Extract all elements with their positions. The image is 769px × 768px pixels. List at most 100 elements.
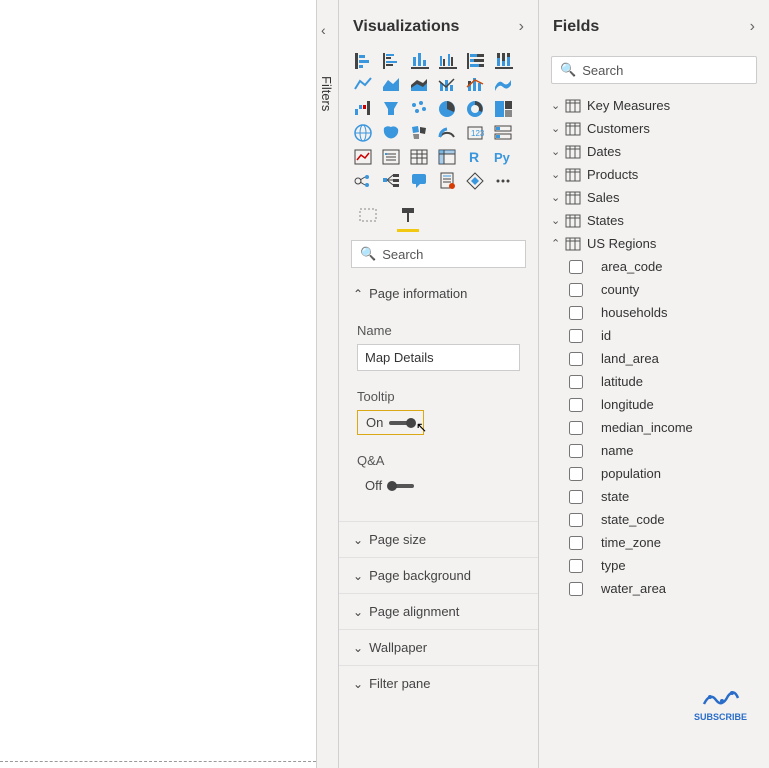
viz-100-stacked-column-icon[interactable] (491, 50, 517, 72)
viz-stacked-area-icon[interactable] (407, 74, 433, 96)
viz-search-box[interactable]: 🔍 Search (351, 240, 526, 268)
fields-header[interactable]: Fields › (539, 0, 769, 48)
viz-qa-icon[interactable] (407, 170, 433, 192)
section-filter-pane[interactable]: ⌄ Filter pane (339, 666, 538, 701)
table-name: States (587, 213, 624, 228)
viz-line-clustered-column-icon[interactable] (435, 74, 461, 96)
report-canvas[interactable] (0, 0, 316, 762)
caret-down-icon: ⌄ (353, 641, 363, 655)
viz-stacked-bar-icon[interactable] (351, 50, 377, 72)
viz-decomposition-tree-icon[interactable] (379, 170, 405, 192)
caret-down-icon: ⌄ (551, 122, 565, 135)
field-row[interactable]: county (549, 278, 759, 301)
field-checkbox[interactable] (569, 260, 583, 274)
field-row[interactable]: time_zone (549, 531, 759, 554)
table-row[interactable]: ⌄Products (549, 163, 759, 186)
caret-down-icon: ⌄ (353, 569, 363, 583)
viz-map-icon[interactable] (351, 122, 377, 144)
field-row[interactable]: median_income (549, 416, 759, 439)
viz-funnel-icon[interactable] (379, 98, 405, 120)
field-checkbox[interactable] (569, 283, 583, 297)
viz-multi-row-card-icon[interactable] (491, 122, 517, 144)
field-row[interactable]: population (549, 462, 759, 485)
field-checkbox[interactable] (569, 513, 583, 527)
field-checkbox[interactable] (569, 536, 583, 550)
filters-panel-collapsed[interactable]: ‹ Filters (316, 0, 338, 768)
fields-search-box[interactable]: 🔍 Search (551, 56, 757, 84)
viz-slicer-icon[interactable] (379, 146, 405, 168)
section-page-background[interactable]: ⌄ Page background (339, 558, 538, 593)
field-checkbox[interactable] (569, 375, 583, 389)
fields-tab[interactable] (357, 206, 379, 232)
section-page-alignment[interactable]: ⌄ Page alignment (339, 594, 538, 629)
table-row[interactable]: ⌄Key Measures (549, 94, 759, 117)
viz-treemap-icon[interactable] (491, 98, 517, 120)
section-wallpaper[interactable]: ⌄ Wallpaper (339, 630, 538, 665)
field-row[interactable]: longitude (549, 393, 759, 416)
field-checkbox[interactable] (569, 490, 583, 504)
viz-card-icon[interactable]: 123 (463, 122, 489, 144)
field-row[interactable]: area_code (549, 255, 759, 278)
svg-text:Py: Py (494, 150, 511, 165)
field-checkbox[interactable] (569, 398, 583, 412)
table-row[interactable]: ⌄Dates (549, 140, 759, 163)
table-row[interactable]: ⌄Customers (549, 117, 759, 140)
viz-shape-map-icon[interactable] (407, 122, 433, 144)
viz-line-stacked-column-icon[interactable] (463, 74, 489, 96)
viz-r-icon[interactable]: R (463, 146, 489, 168)
format-tab[interactable] (397, 206, 419, 232)
field-checkbox[interactable] (569, 306, 583, 320)
viz-gauge-icon[interactable] (435, 122, 461, 144)
tooltip-toggle[interactable]: On ↖ (357, 410, 424, 435)
viz-matrix-icon[interactable] (435, 146, 461, 168)
section-page-information[interactable]: ⌃ Page information (339, 276, 538, 311)
field-row[interactable]: state_code (549, 508, 759, 531)
table-row[interactable]: ⌄Sales (549, 186, 759, 209)
viz-stacked-column-icon[interactable] (407, 50, 433, 72)
viz-filled-map-icon[interactable] (379, 122, 405, 144)
table-row[interactable]: ⌄States (549, 209, 759, 232)
viz-donut-icon[interactable] (463, 98, 489, 120)
field-checkbox[interactable] (569, 352, 583, 366)
table-name: Key Measures (587, 98, 670, 113)
viz-more-icon[interactable] (491, 170, 517, 192)
viz-clustered-bar-icon[interactable] (379, 50, 405, 72)
field-checkbox[interactable] (569, 421, 583, 435)
viz-100-stacked-bar-icon[interactable] (463, 50, 489, 72)
field-row[interactable]: id (549, 324, 759, 347)
svg-text:123: 123 (471, 129, 485, 138)
viz-waterfall-icon[interactable] (351, 98, 377, 120)
viz-pie-icon[interactable] (435, 98, 461, 120)
viz-area-icon[interactable] (379, 74, 405, 96)
field-checkbox[interactable] (569, 582, 583, 596)
field-checkbox[interactable] (569, 444, 583, 458)
viz-paginated-icon[interactable] (435, 170, 461, 192)
table-row[interactable]: ⌃US Regions (549, 232, 759, 255)
viz-kpi-icon[interactable] (351, 146, 377, 168)
viz-ribbon-icon[interactable] (491, 74, 517, 96)
viz-table-icon[interactable] (407, 146, 433, 168)
page-name-input[interactable] (357, 344, 520, 371)
visualizations-header[interactable]: Visualizations › (339, 0, 538, 48)
field-row[interactable]: state (549, 485, 759, 508)
viz-python-icon[interactable]: Py (491, 146, 517, 168)
name-label: Name (357, 323, 520, 338)
filter-pane-label: Filter pane (369, 676, 430, 691)
viz-scatter-icon[interactable] (407, 98, 433, 120)
field-row[interactable]: name (549, 439, 759, 462)
qa-toggle[interactable]: Off (357, 474, 422, 497)
viz-line-icon[interactable] (351, 74, 377, 96)
viz-power-apps-icon[interactable] (463, 170, 489, 192)
field-row[interactable]: households (549, 301, 759, 324)
field-row[interactable]: type (549, 554, 759, 577)
viz-key-influencers-icon[interactable] (351, 170, 377, 192)
field-row[interactable]: latitude (549, 370, 759, 393)
field-row[interactable]: water_area (549, 577, 759, 600)
field-checkbox[interactable] (569, 329, 583, 343)
field-checkbox[interactable] (569, 559, 583, 573)
fields-tables-list: ⌄Key Measures⌄Customers⌄Dates⌄Products⌄S… (539, 92, 769, 602)
viz-clustered-column-icon[interactable] (435, 50, 461, 72)
section-page-size[interactable]: ⌄ Page size (339, 522, 538, 557)
field-row[interactable]: land_area (549, 347, 759, 370)
field-checkbox[interactable] (569, 467, 583, 481)
